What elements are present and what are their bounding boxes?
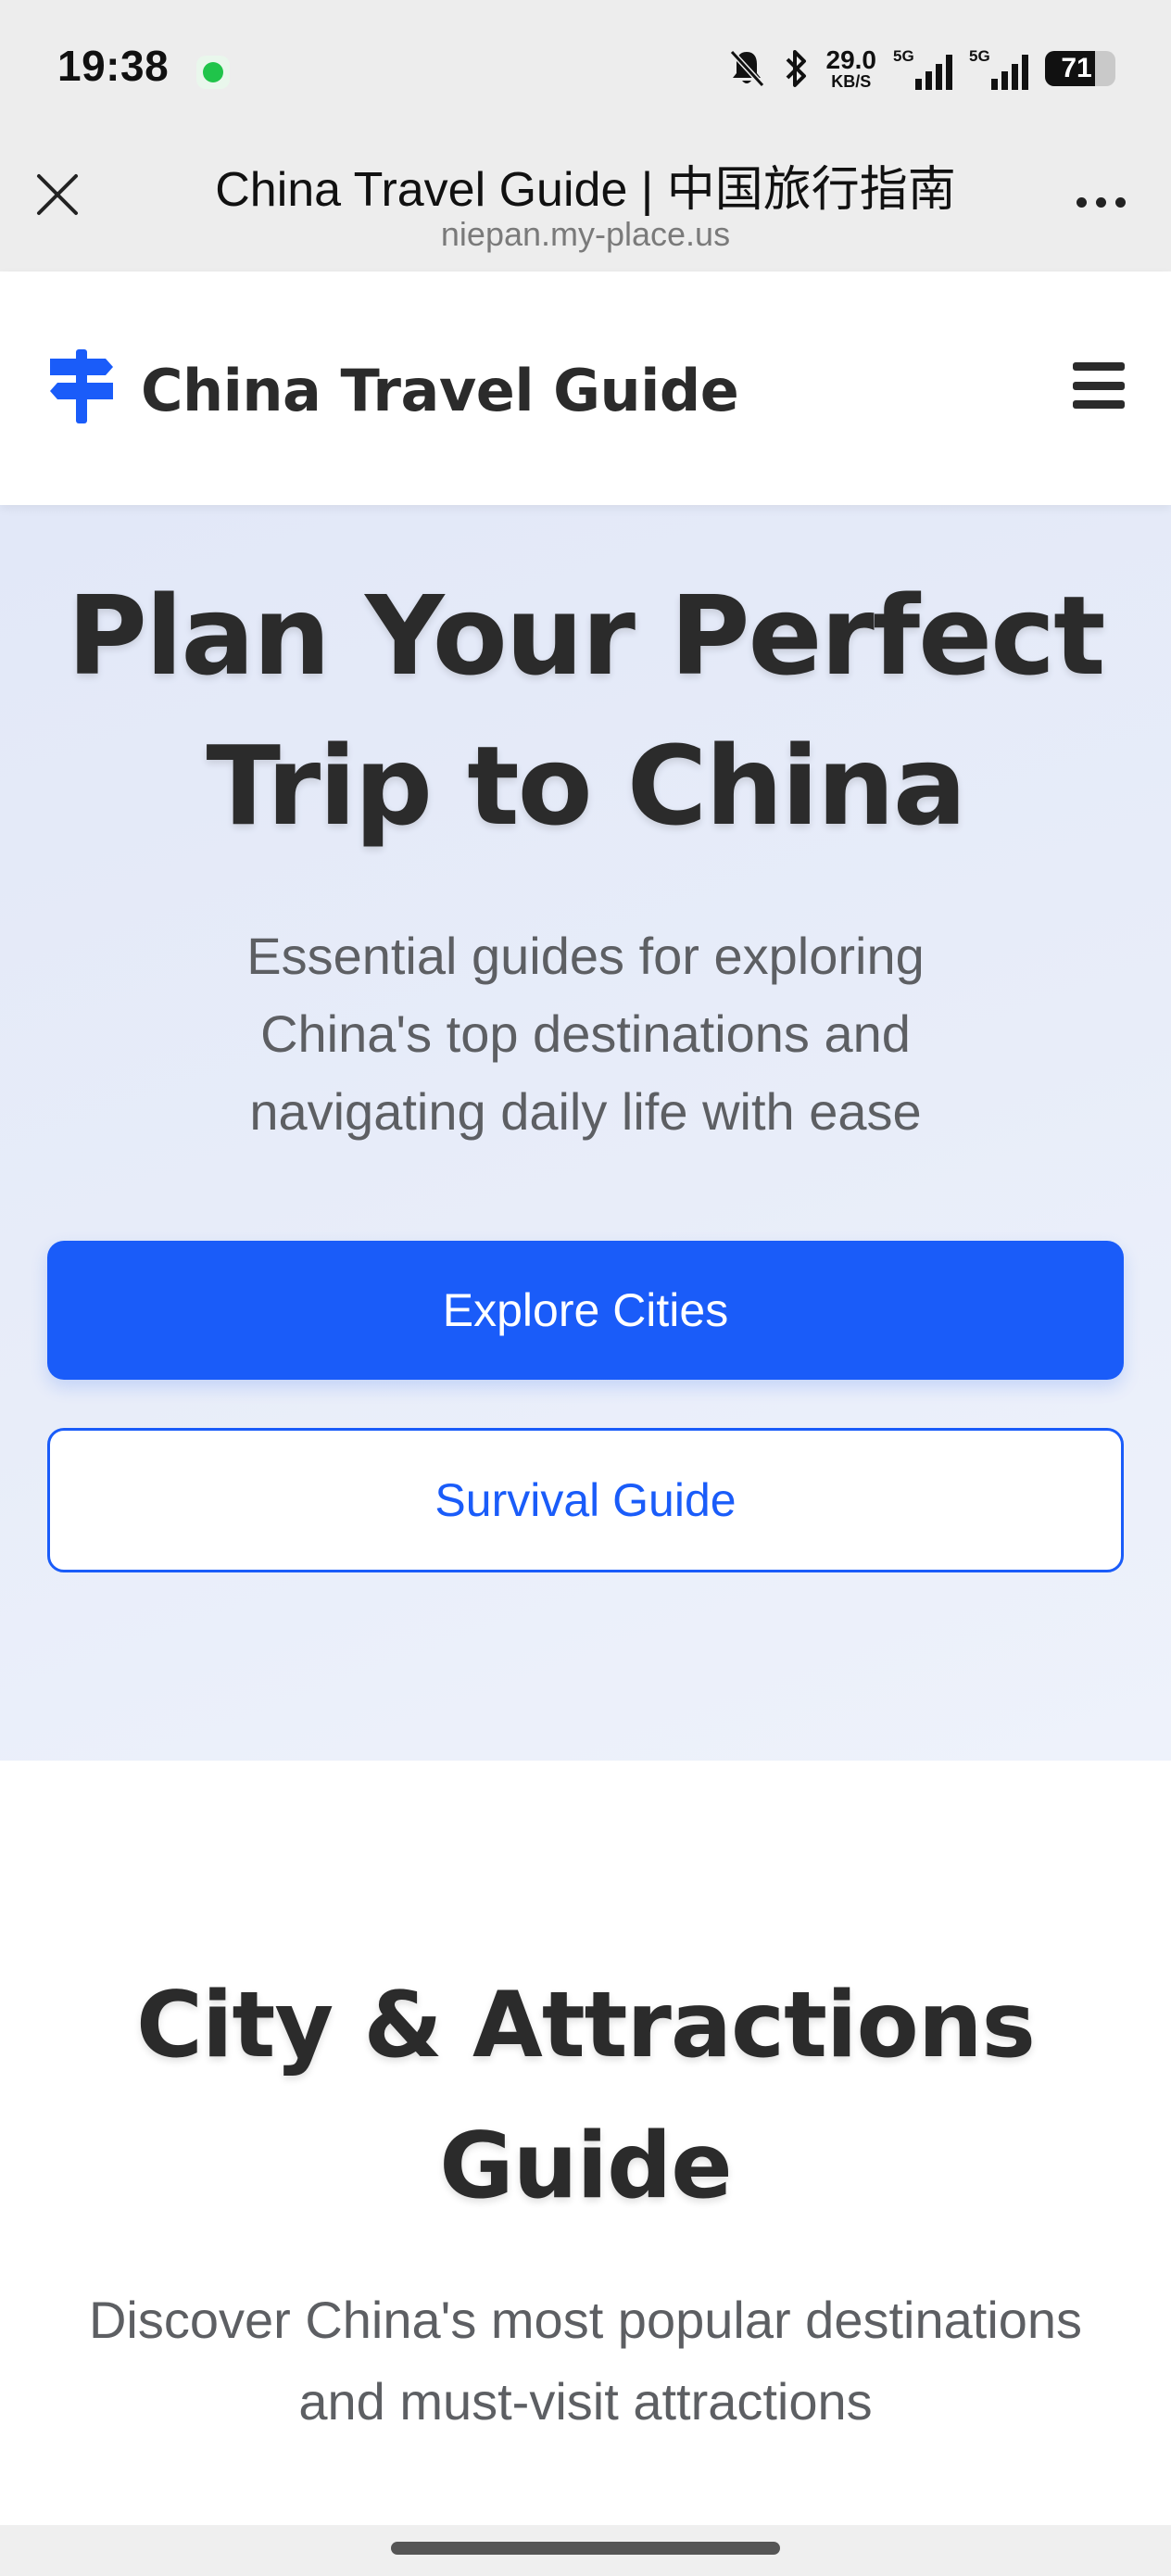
speed-value: 29.0 — [825, 45, 877, 74]
section-subtitle: Discover China's most popular destinatio… — [88, 2291, 1083, 2431]
home-indicator[interactable] — [391, 2542, 780, 2555]
site-header: China Travel Guide — [0, 271, 1171, 505]
status-icons: 29.0 KB/S 5G 5G 71 — [728, 43, 1115, 95]
status-bar: 19:38 29.0 KB/S 5G 5G 71 — [0, 0, 1171, 139]
bell-muted-icon — [728, 47, 765, 90]
gesture-bar — [0, 2525, 1171, 2576]
browser-toolbar: China Travel Guide | 中国旅行指南 niepan.my-pl… — [0, 139, 1171, 271]
signal-icon-sim2: 5G — [969, 47, 1028, 90]
city-attractions-section: City & Attractions Guide Discover China'… — [0, 1761, 1171, 2525]
signpost-icon[interactable] — [48, 349, 115, 423]
hero-title: Plan Your Perfect Trip to China — [67, 572, 1105, 850]
signal-label: 5G — [969, 47, 990, 65]
signal-icon-sim1: 5G — [893, 47, 952, 90]
survival-guide-button[interactable]: Survival Guide — [47, 1428, 1124, 1572]
more-options-icon — [1076, 196, 1087, 208]
section-title: City & Attractions Guide — [136, 1973, 1036, 2219]
page-title: China Travel Guide | 中国旅行指南 — [215, 163, 956, 217]
more-options-button[interactable] — [1067, 176, 1134, 228]
battery-icon: 71 — [1045, 51, 1115, 86]
site-brand[interactable]: China Travel Guide — [141, 357, 739, 424]
signal-label: 5G — [893, 47, 914, 65]
hero-subtitle: Essential guides for exploring China's t… — [246, 927, 925, 1141]
bluetooth-icon — [782, 47, 810, 90]
more-options-icon — [1095, 196, 1106, 208]
close-button[interactable] — [30, 167, 85, 222]
close-icon — [37, 174, 78, 215]
hamburger-menu-icon[interactable] — [1071, 360, 1127, 410]
status-time: 19:38 — [57, 42, 170, 90]
network-speed: 29.0 KB/S — [825, 45, 877, 91]
battery-level: 71 — [1061, 53, 1092, 83]
explore-cities-button[interactable]: Explore Cities — [47, 1241, 1124, 1380]
hero-section: Plan Your Perfect Trip to China Essentia… — [0, 505, 1171, 1761]
speed-unit: KB/S — [831, 72, 872, 91]
more-options-icon — [1114, 196, 1126, 208]
page-url: niepan.my-place.us — [440, 215, 731, 253]
chat-app-notification-icon — [196, 56, 230, 89]
